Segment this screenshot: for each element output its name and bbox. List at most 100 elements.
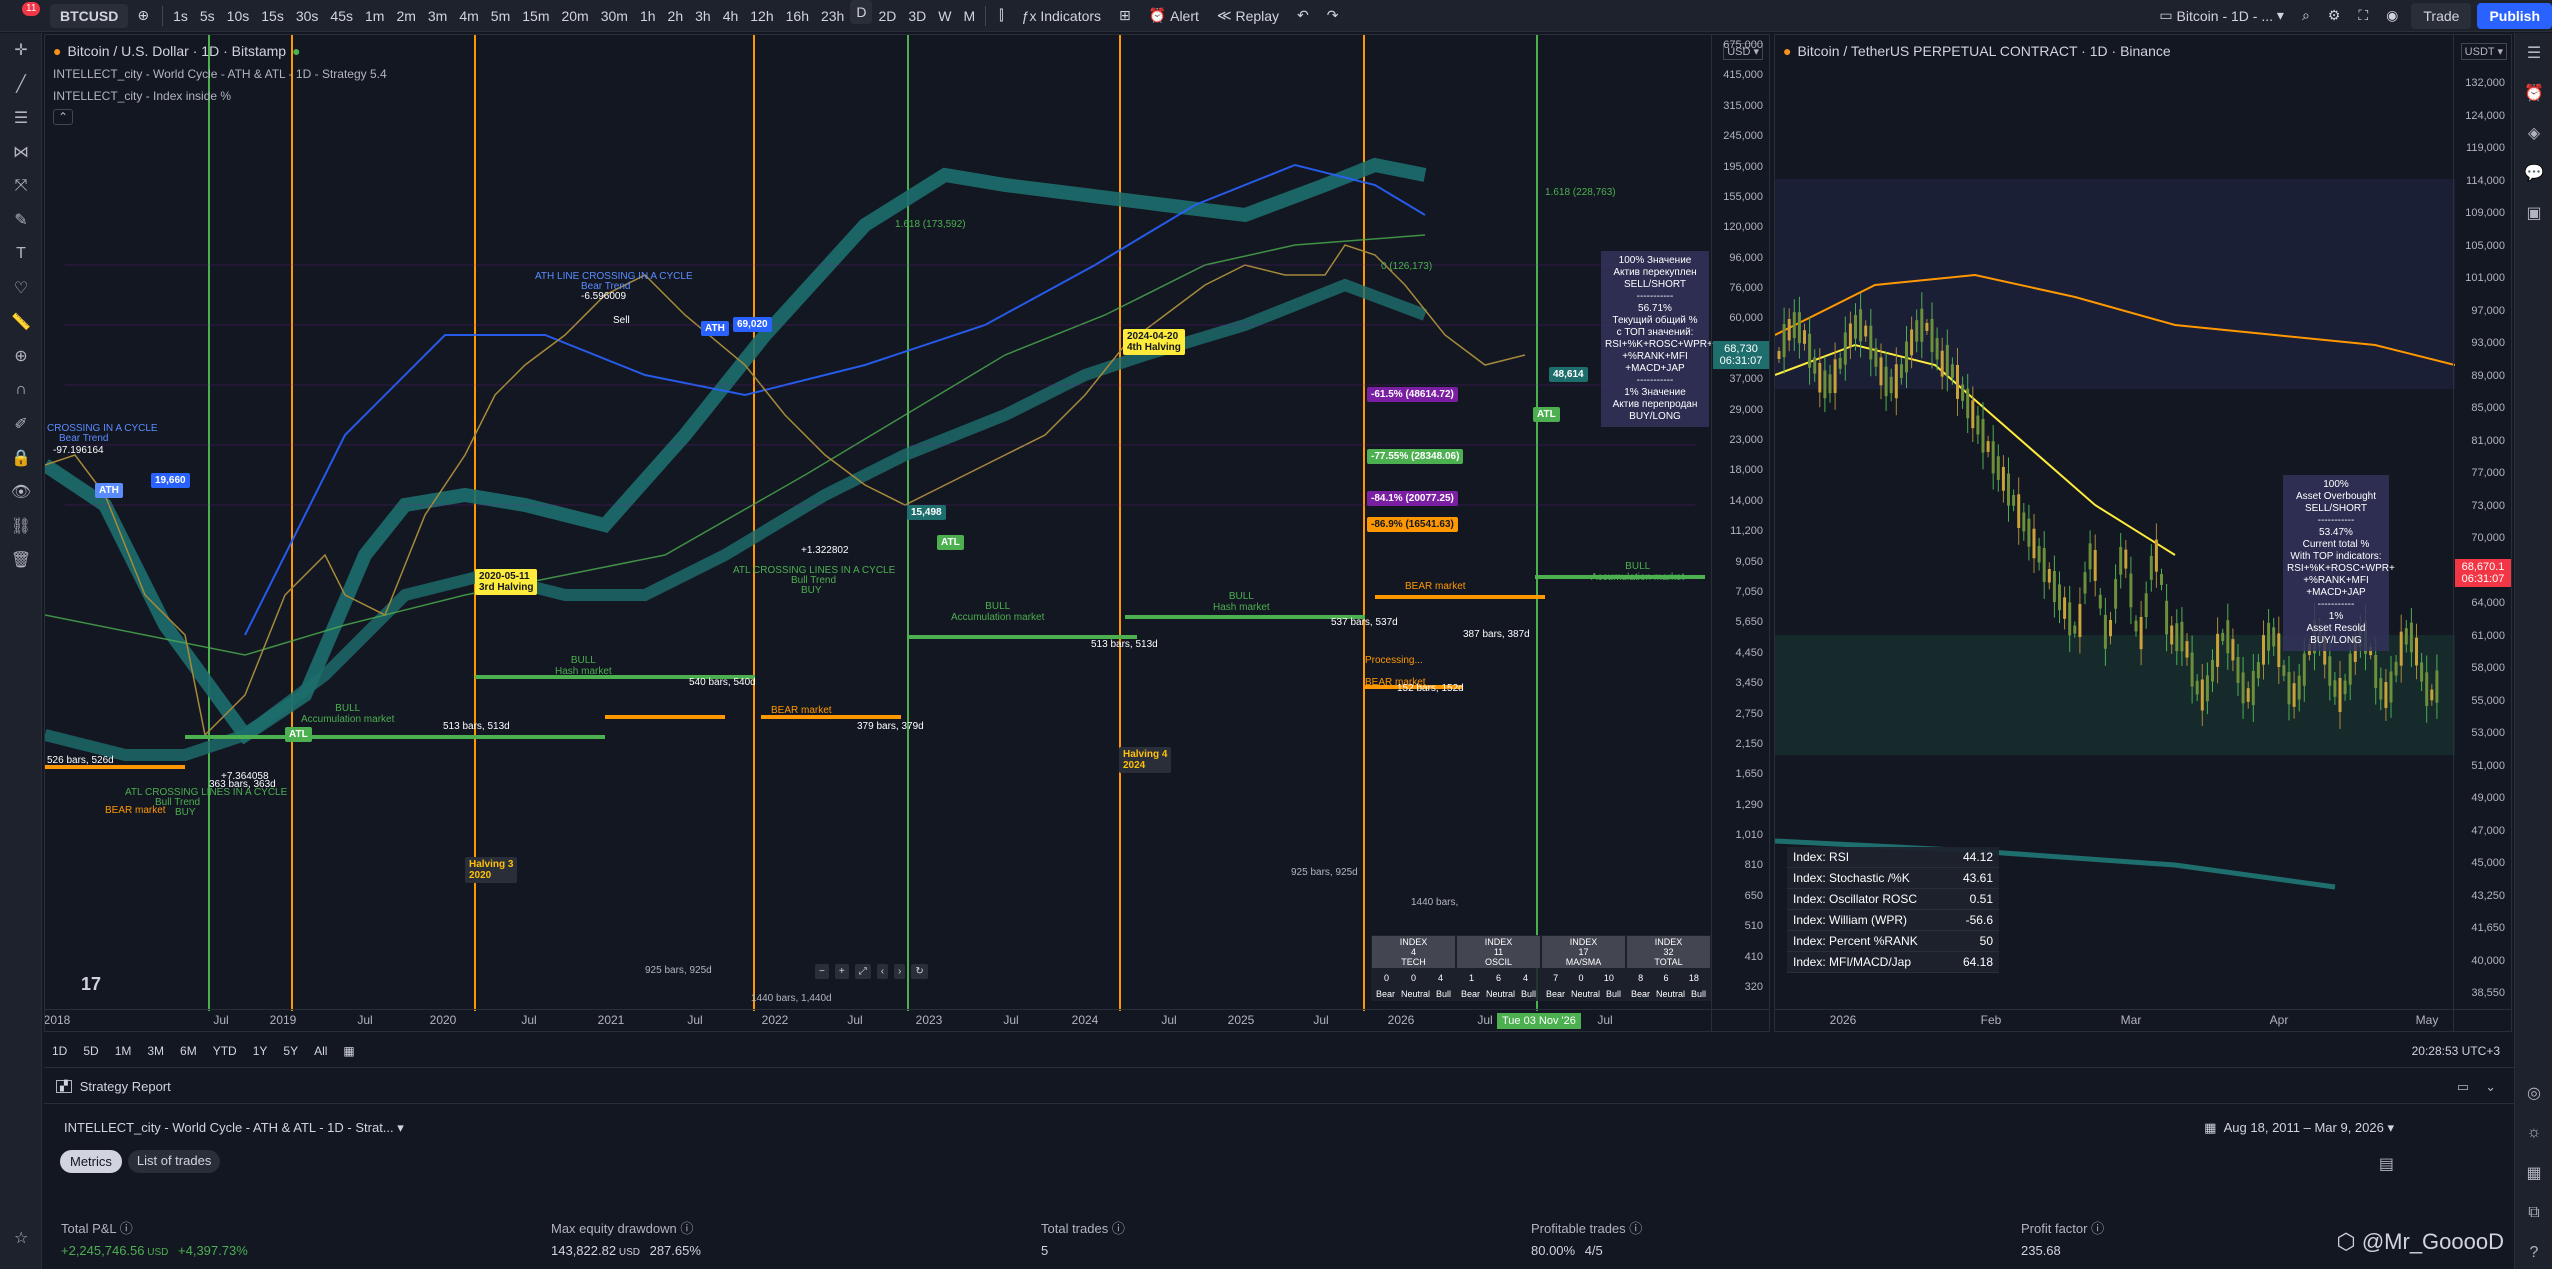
pane2-price-axis[interactable]: USDT ▾ 132,000 124,000 119,000 114,000 109,0… xyxy=(2453,35,2511,1031)
interval-15m[interactable]: 15m xyxy=(516,0,555,32)
interval-1m[interactable]: 1m xyxy=(359,0,390,32)
interval-M[interactable]: M xyxy=(958,0,982,32)
interval-5m[interactable]: 5m xyxy=(485,0,516,32)
pane1-price-axis[interactable]: USD ▾ 675,000 415,000 315,000 245,000 195,00… xyxy=(1711,35,1769,1031)
lock-icon[interactable]: 🔒 xyxy=(0,441,42,475)
brush-icon[interactable]: ✎ xyxy=(0,203,42,237)
interval-4m[interactable]: 4m xyxy=(453,0,484,32)
pane2-time-axis[interactable]: 2026 Feb Mar Apr May xyxy=(1775,1009,2511,1031)
lightbulb-icon[interactable]: ☼ xyxy=(2515,1113,2552,1153)
currency-select[interactable]: USDT ▾ xyxy=(2460,43,2507,60)
timeframe-1Y[interactable]: 1Y xyxy=(245,1044,276,1058)
timeframe-5D[interactable]: 5D xyxy=(75,1044,106,1058)
pattern-icon[interactable]: ⋈ xyxy=(0,135,42,169)
pane1-time-axis[interactable]: 2018 Jul 2019 Jul 2020 Jul 2021 Jul 2022 Jul 2023 J… xyxy=(45,1009,1769,1031)
fib-icon[interactable]: ☰ xyxy=(0,101,42,135)
interval-5s[interactable]: 5s xyxy=(194,0,221,32)
interval-4h[interactable]: 4h xyxy=(717,0,745,32)
date-range-icon[interactable]: ▦ xyxy=(335,1044,362,1058)
timeframe-1M[interactable]: 1M xyxy=(107,1044,140,1058)
alerts-icon[interactable]: ⏰ xyxy=(2515,73,2552,113)
interval-2m[interactable]: 2m xyxy=(390,0,421,32)
interval-W[interactable]: W xyxy=(932,0,957,32)
trash-icon[interactable]: 🗑 xyxy=(0,543,42,577)
zoom-out-icon[interactable]: − xyxy=(815,964,829,979)
interval-23h[interactable]: 23h xyxy=(815,0,850,32)
zoom-icon[interactable]: ⊕ xyxy=(0,339,42,373)
collapse-icon[interactable]: ⌄ xyxy=(2485,1079,2496,1095)
star-icon[interactable]: ☆ xyxy=(14,1228,28,1248)
timeframe-YTD[interactable]: YTD xyxy=(205,1044,245,1058)
camera-icon[interactable]: ◉ xyxy=(2377,0,2407,32)
text-icon[interactable]: T xyxy=(0,237,42,271)
tab-list-of-trades[interactable]: List of trades xyxy=(127,1150,221,1173)
interval-3m[interactable]: 3m xyxy=(422,0,453,32)
clock[interactable]: 20:28:53 UTC+3 xyxy=(2412,1044,2500,1058)
gear-icon[interactable]: ⚙ xyxy=(2319,0,2350,32)
interval-30m[interactable]: 30m xyxy=(595,0,634,32)
watchlist-icon[interactable]: ☰ xyxy=(2515,33,2552,73)
publish-button[interactable]: Publish xyxy=(2477,2,2552,29)
interval-1h[interactable]: 1h xyxy=(634,0,662,32)
tab-metrics[interactable]: Metrics xyxy=(60,1150,122,1173)
undo-icon[interactable]: ↶ xyxy=(1288,0,1318,32)
news-icon[interactable]: ▣ xyxy=(2515,193,2552,233)
interval-1s[interactable]: 1s xyxy=(167,0,194,32)
tradingview-logo[interactable]: 17 xyxy=(81,974,101,995)
calendar-icon[interactable]: ▦ xyxy=(2515,1153,2552,1193)
zoom-in-icon[interactable]: + xyxy=(834,964,849,979)
strategy-select[interactable]: INTELLECT_city - World Cycle - ATH & ATL… xyxy=(64,1120,404,1136)
interval-45s[interactable]: 45s xyxy=(324,0,359,32)
interval-12h[interactable]: 12h xyxy=(744,0,779,32)
help-icon[interactable]: ? xyxy=(2515,1233,2552,1269)
scroll-right-icon[interactable]: › xyxy=(894,964,906,979)
maximize-icon[interactable]: ▭ xyxy=(2457,1079,2469,1095)
interval-20m[interactable]: 20m xyxy=(555,0,594,32)
alert-button[interactable]: ⏰ Alert xyxy=(1140,0,1208,32)
scroll-left-icon[interactable]: ‹ xyxy=(876,964,889,979)
layout-button[interactable]: ▭ Bitcoin - 1D - ... ▾ xyxy=(2150,0,2293,32)
fit-icon[interactable]: ⤢ xyxy=(854,964,871,979)
timeframe-6M[interactable]: 6M xyxy=(172,1044,205,1058)
compare-icon[interactable]: ⊕ xyxy=(128,0,158,32)
indicator-legend-2[interactable]: INTELLECT_city - Index inside % xyxy=(53,89,231,103)
timeframe-5Y[interactable]: 5Y xyxy=(275,1044,306,1058)
ruler-icon[interactable]: 📏 xyxy=(0,305,42,339)
chart-icon[interactable]: ⧉ xyxy=(2515,1193,2552,1233)
interval-2D[interactable]: 2D xyxy=(872,0,902,32)
eye-icon[interactable]: 👁 xyxy=(0,475,42,509)
heart-icon[interactable]: ♡ xyxy=(0,271,42,305)
timeframe-3M[interactable]: 3M xyxy=(139,1044,172,1058)
prediction-icon[interactable]: ⤧ xyxy=(0,169,42,203)
pencil-lock-icon[interactable]: ✐ xyxy=(0,407,42,441)
settings-icon[interactable]: ▤ xyxy=(2379,1154,2394,1174)
interval-3h[interactable]: 3h xyxy=(689,0,717,32)
timeframe-1D[interactable]: 1D xyxy=(44,1044,75,1058)
interval-15s[interactable]: 15s xyxy=(255,0,290,32)
chart-pane-binance[interactable]: ● Bitcoin / TetherUS PERPETUAL CONTRACT ·… xyxy=(1774,34,2512,1032)
cursor-icon[interactable]: ✛ xyxy=(0,33,42,67)
chart-pane-bitstamp[interactable]: ● Bitcoin / U.S. Dollar · 1D · Bitstamp ● … xyxy=(44,34,1770,1032)
target-icon[interactable]: ◎ xyxy=(2515,1073,2552,1113)
interval-30s[interactable]: 30s xyxy=(290,0,325,32)
symbol-search[interactable]: BTCUSD xyxy=(50,3,129,28)
fullscreen-icon[interactable]: ⛶ xyxy=(2349,0,2377,32)
redo-icon[interactable]: ↷ xyxy=(1318,0,1348,32)
interval-3D[interactable]: 3D xyxy=(902,0,932,32)
replay-button[interactable]: ≪ Replay xyxy=(1208,0,1288,32)
interval-16h[interactable]: 16h xyxy=(780,0,815,32)
chat-icon[interactable]: 💬 xyxy=(2515,153,2552,193)
link-icon[interactable]: ⛓ xyxy=(0,509,42,543)
date-range[interactable]: ▦ Aug 18, 2011 – Mar 9, 2026 ▾ xyxy=(2204,1120,2394,1136)
search-icon[interactable]: ⌕ xyxy=(2293,0,2319,32)
reset-icon[interactable]: ↻ xyxy=(911,964,928,979)
templates-icon[interactable]: ⊞ xyxy=(1110,0,1140,32)
chart-canvas-main[interactable] xyxy=(45,35,1711,1011)
timeframe-All[interactable]: All xyxy=(306,1044,335,1058)
strategy-title[interactable]: Strategy Report xyxy=(80,1079,171,1094)
magnet-icon[interactable]: ∩ xyxy=(0,373,42,407)
trendline-icon[interactable]: ╱ xyxy=(0,67,42,101)
indicator-legend-1[interactable]: INTELLECT_city - World Cycle - ATH & ATL… xyxy=(53,67,387,81)
indicators-button[interactable]: ƒx Indicators xyxy=(1013,0,1110,32)
layers-icon[interactable]: ◈ xyxy=(2515,113,2552,153)
